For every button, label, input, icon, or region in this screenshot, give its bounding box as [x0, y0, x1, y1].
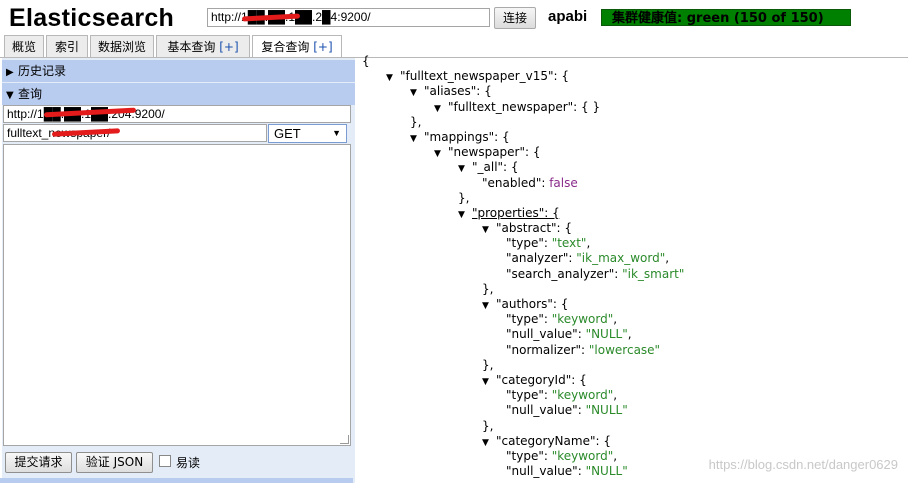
json-text: "aliases": {	[424, 84, 492, 99]
collapse-down-icon: ▼	[6, 90, 14, 101]
json-text: "authors": {	[496, 297, 569, 311]
json-key: "type":	[506, 236, 552, 251]
json-key: "search_analyzer":	[506, 266, 623, 281]
json-line: "type": "text",	[362, 236, 684, 251]
json-key: "null_value":	[506, 327, 586, 342]
json-line[interactable]: ▼ "categoryName": {	[362, 434, 684, 449]
json-text: },	[482, 281, 494, 296]
history-section-header[interactable]: ▶ 历史记录	[2, 60, 355, 82]
tab-overview[interactable]: 概览	[4, 35, 44, 57]
app-title: Elasticsearch	[9, 4, 175, 32]
json-line[interactable]: ▼ "authors": {	[362, 297, 684, 312]
json-value: "text"	[551, 236, 587, 251]
json-line: "type": "keyword",	[362, 449, 684, 464]
json-line[interactable]: ▼ "fulltext_newspaper": { }	[362, 100, 684, 115]
cluster-name: apabi	[548, 8, 588, 25]
json-punct: ,	[627, 327, 632, 342]
json-value: "NULL"	[585, 327, 628, 342]
json-punct: ,	[613, 312, 618, 327]
json-value: "NULL"	[585, 403, 628, 418]
json-line: },	[362, 191, 684, 206]
json-line: "type": "keyword",	[362, 388, 684, 403]
json-line: {	[362, 54, 684, 69]
json-text: },	[482, 418, 494, 433]
request-body-textarea[interactable]	[3, 144, 351, 446]
json-key: "null_value":	[506, 464, 586, 479]
resize-grip-icon[interactable]	[340, 435, 349, 444]
json-response-viewer: {▼ "fulltext_newspaper_v15": {▼ "aliases":…	[362, 54, 684, 479]
json-line: "null_value": "NULL"	[362, 464, 684, 479]
json-punct: ,	[613, 388, 618, 403]
json-key: "normalizer":	[506, 342, 589, 357]
json-value: "lowercase"	[588, 342, 661, 357]
validate-json-button[interactable]: 验证 JSON	[76, 452, 153, 473]
json-line[interactable]: ▼ "aliases": {	[362, 84, 684, 99]
pretty-checkbox-label: 易读	[176, 456, 201, 470]
json-text: },	[482, 357, 494, 372]
json-text: "properties": {	[472, 205, 560, 220]
json-text: "abstract": {	[496, 221, 573, 236]
query-section-header[interactable]: ▼ 查询	[2, 83, 355, 105]
json-key: "analyzer":	[506, 251, 577, 266]
tab-compound-query[interactable]: 复合查询 [+]	[252, 35, 342, 58]
json-line[interactable]: ▼ "fulltext_newspaper_v15": {	[362, 69, 684, 84]
tab-basic-query[interactable]: 基本查询 [+]	[156, 35, 250, 57]
pretty-checkbox[interactable]	[159, 455, 171, 467]
json-text: },	[458, 190, 470, 205]
cluster-health-badge: 集群健康值: green (150 of 150)	[601, 9, 851, 26]
tab-browser[interactable]: 数据浏览	[90, 35, 154, 57]
json-line[interactable]: ▼ "_all": {	[362, 160, 684, 175]
json-line: },	[362, 419, 684, 434]
json-line: "type": "keyword",	[362, 312, 684, 327]
json-punct: ,	[665, 251, 670, 266]
json-text: "_all": {	[472, 160, 519, 175]
json-line: },	[362, 282, 684, 297]
json-text: {	[362, 54, 370, 68]
json-key: "null_value":	[506, 403, 586, 418]
result-section-header[interactable]	[0, 478, 353, 483]
json-line: "null_value": "NULL",	[362, 327, 684, 342]
json-line[interactable]: ▼ "mappings": {	[362, 130, 684, 145]
json-line: "enabled": false	[362, 176, 684, 191]
json-value: "ik_max_word"	[576, 251, 666, 266]
json-punct: ,	[613, 448, 618, 463]
json-text: "fulltext_newspaper": { }	[448, 99, 601, 114]
json-value: "keyword"	[551, 388, 614, 403]
json-punct: ,	[586, 236, 591, 251]
request-path-field[interactable]: fulltext_newspaper/	[3, 124, 267, 142]
chevron-down-icon: ▼	[332, 128, 341, 138]
json-line[interactable]: ▼ "abstract": {	[362, 221, 684, 236]
json-value: "keyword"	[551, 312, 614, 327]
json-value: "ik_smart"	[622, 266, 685, 281]
json-key: "enabled":	[482, 175, 550, 190]
json-key: "type":	[506, 312, 552, 327]
submit-request-button[interactable]: 提交请求	[5, 452, 72, 473]
watermark: https://blog.csdn.net/danger0629	[708, 457, 898, 472]
json-line: "analyzer": "ik_max_word",	[362, 251, 684, 266]
json-line[interactable]: ▼ "newspaper": {	[362, 145, 684, 160]
json-line: },	[362, 115, 684, 130]
json-text: "newspaper": {	[448, 145, 541, 160]
connect-button[interactable]: 连接	[494, 7, 536, 29]
http-method-select[interactable]: GET ▼	[268, 124, 347, 143]
json-value: "keyword"	[551, 448, 614, 463]
json-line: "null_value": "NULL"	[362, 403, 684, 418]
json-line: "search_analyzer": "ik_smart"	[362, 267, 684, 282]
json-key: "type":	[506, 388, 552, 403]
json-text: "categoryName": {	[496, 433, 611, 448]
json-value: false	[549, 175, 578, 190]
json-line: },	[362, 358, 684, 373]
json-value: "NULL"	[585, 464, 628, 479]
json-line: "normalizer": "lowercase"	[362, 343, 684, 358]
json-line[interactable]: ▼ "categoryId": {	[362, 373, 684, 388]
json-text: },	[410, 114, 422, 129]
expand-right-icon: ▶	[6, 67, 14, 78]
json-text: "categoryId": {	[496, 372, 587, 387]
json-text: "mappings": {	[424, 129, 510, 144]
json-key: "type":	[506, 448, 552, 463]
json-line[interactable]: ▼ "properties": {	[362, 206, 684, 221]
json-text: "fulltext_newspaper_v15": {	[400, 69, 570, 84]
tab-indices[interactable]: 索引	[46, 35, 88, 57]
